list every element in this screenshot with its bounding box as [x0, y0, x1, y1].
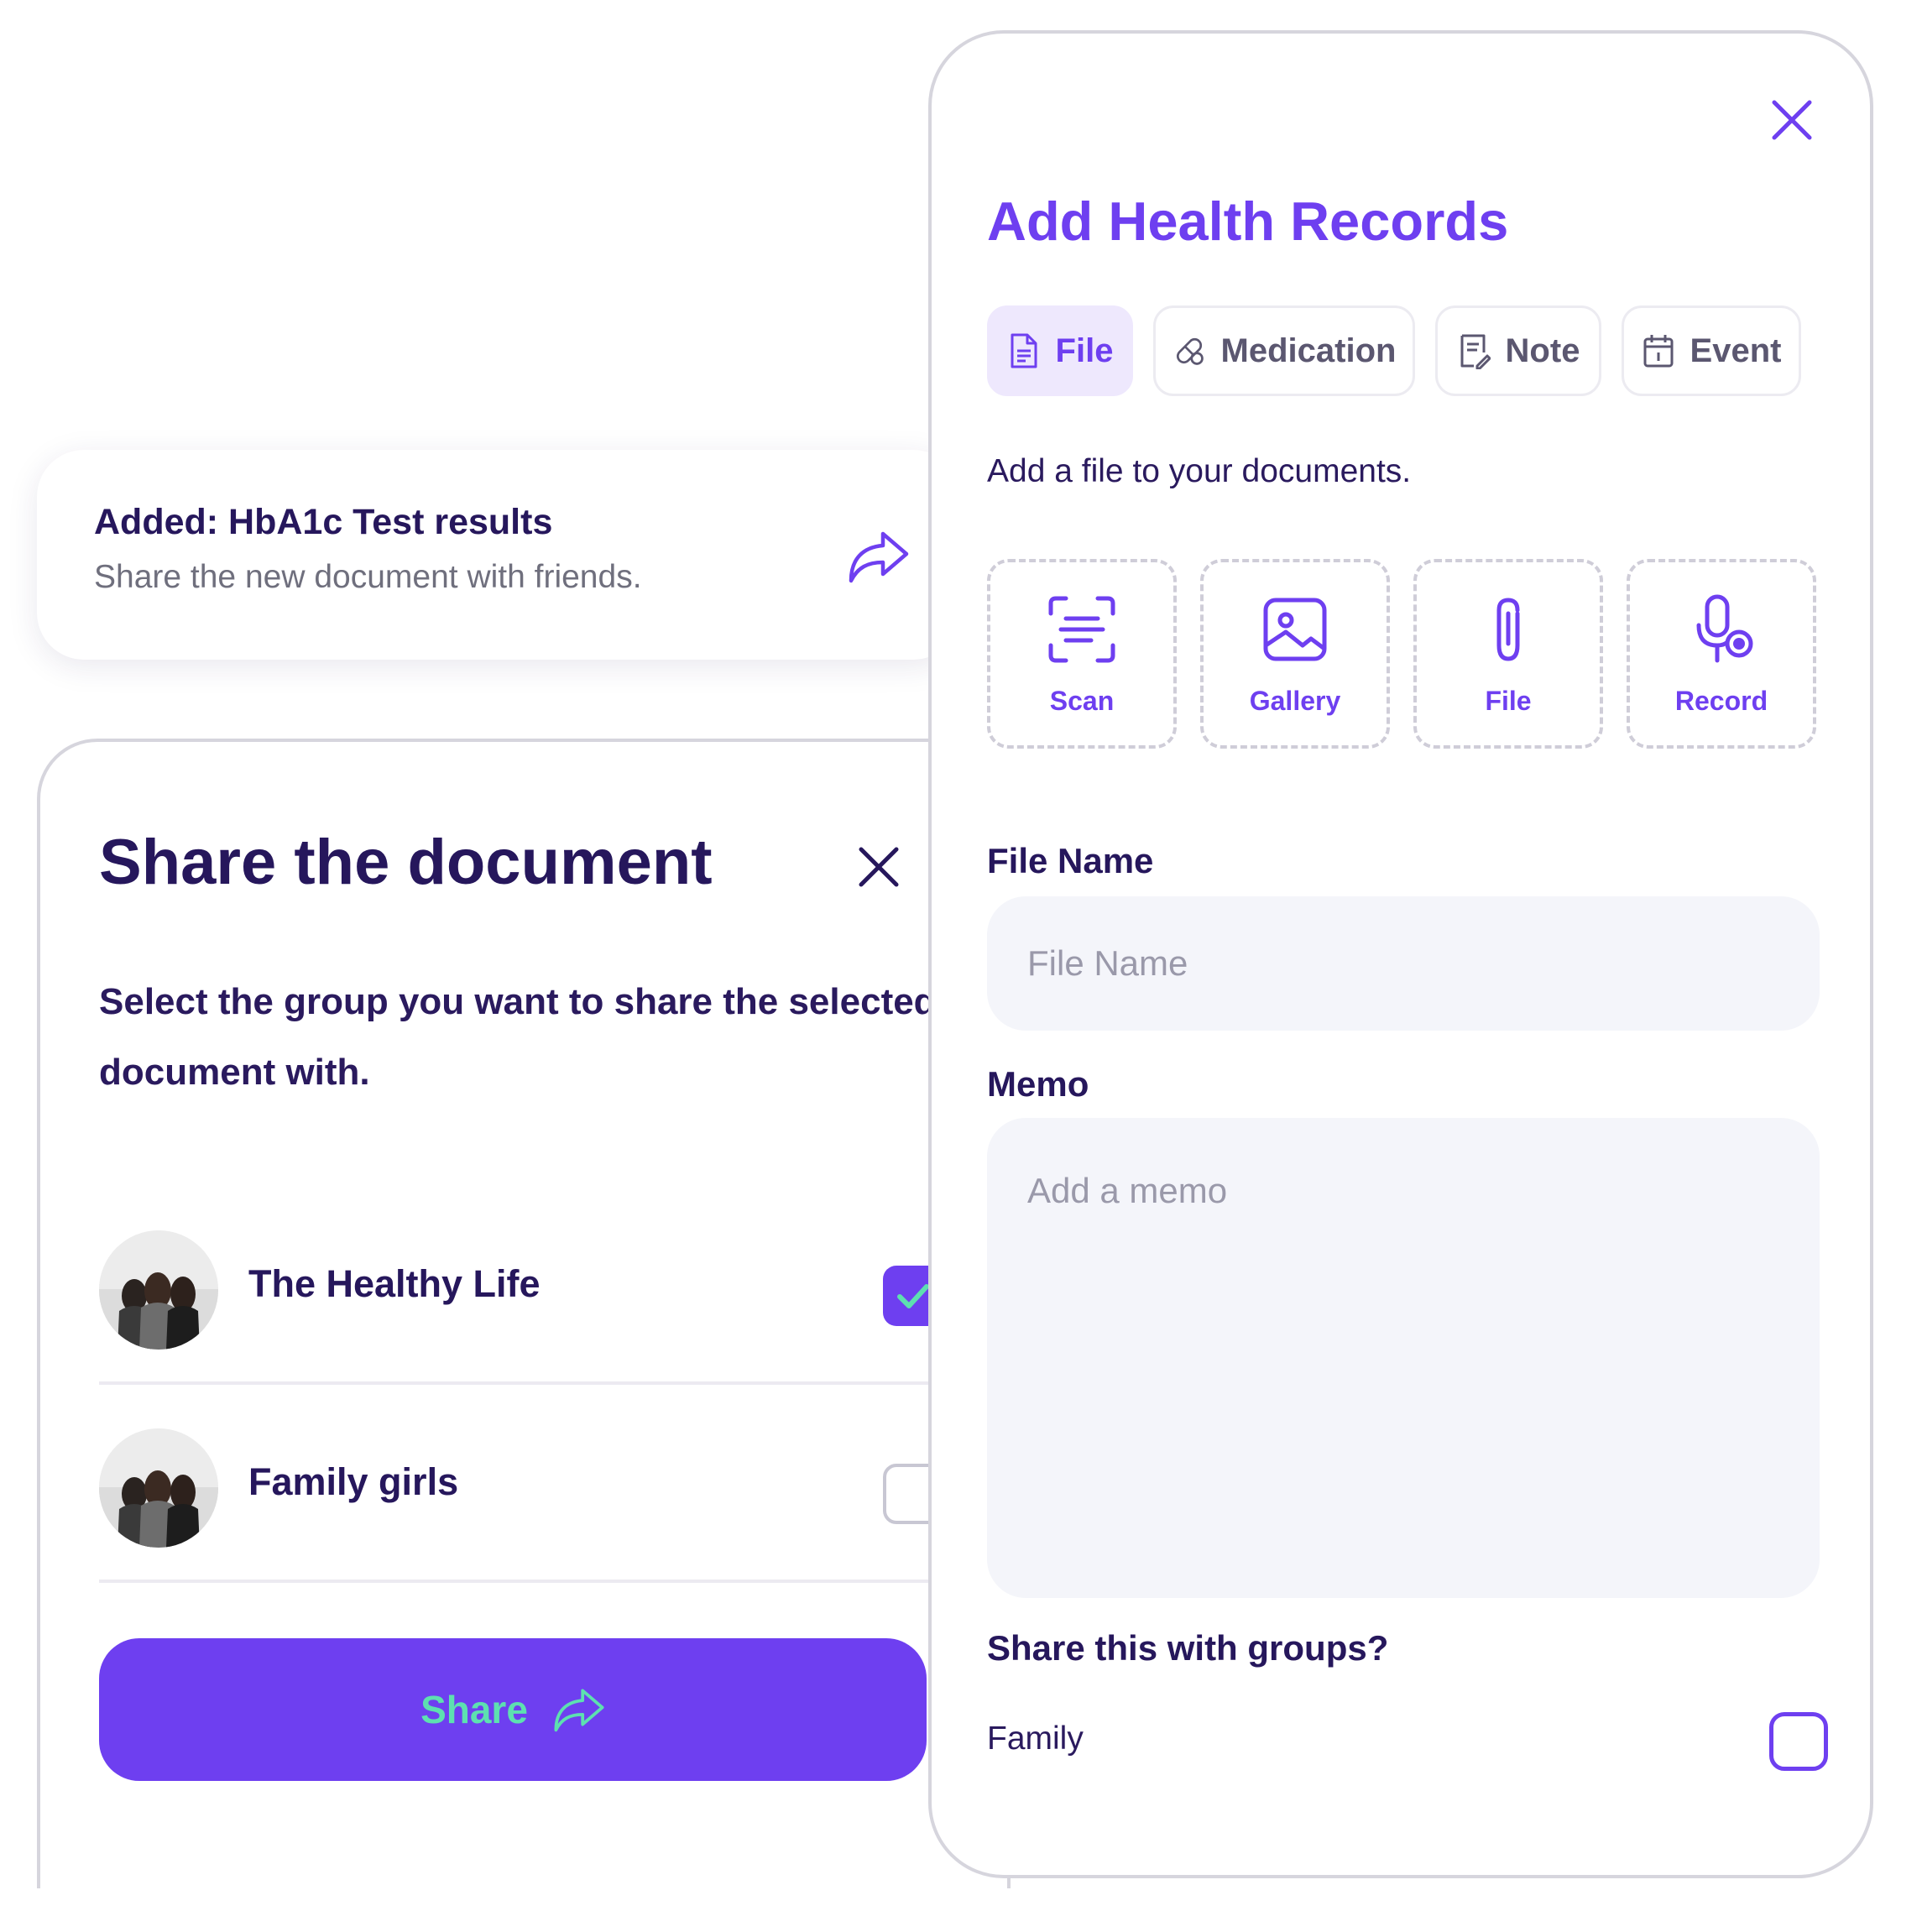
image-icon: [1263, 598, 1327, 661]
share-group-name: Family: [987, 1721, 1084, 1757]
tab-label: Note: [1505, 332, 1580, 369]
notification-title: Added: HbA1c Test results: [94, 502, 553, 542]
upload-record-button[interactable]: Record: [1627, 559, 1816, 749]
memo-label: Memo: [987, 1064, 1089, 1104]
file-name-input[interactable]: [987, 896, 1820, 1031]
tab-note[interactable]: Note: [1435, 305, 1601, 396]
notification-card[interactable]: Added: HbA1c Test results Share the new …: [37, 450, 960, 660]
close-icon[interactable]: [854, 843, 903, 891]
tab-label: Event: [1690, 332, 1782, 369]
document-icon: [1011, 333, 1037, 368]
group-name: Family girls: [248, 1460, 459, 1503]
tab-label: File: [1055, 332, 1114, 369]
notification-subtitle: Share the new document with friends.: [94, 559, 642, 595]
share-dialog-title: Share the document: [99, 827, 713, 898]
note-icon: [1460, 334, 1491, 369]
group-row-the-healthy-life[interactable]: The Healthy Life: [99, 1187, 989, 1385]
share-button-label: Share: [420, 1688, 528, 1731]
memo-input[interactable]: [987, 1118, 1820, 1598]
upload-label: Record: [1674, 685, 1768, 716]
close-icon[interactable]: [1769, 97, 1815, 143]
share-button[interactable]: Share: [99, 1638, 927, 1781]
share-arrow-icon[interactable]: [848, 529, 910, 584]
upload-scan-button[interactable]: Scan: [987, 559, 1177, 749]
share-group-checkbox[interactable]: [1769, 1712, 1828, 1771]
tab-label: Medication: [1220, 332, 1397, 369]
add-health-records-panel: Add Health Records File Medication Note: [928, 30, 1873, 1878]
microphone-icon: [1696, 594, 1753, 662]
tab-file[interactable]: File: [987, 305, 1133, 396]
share-arrow-icon: [554, 1689, 604, 1732]
upload-gallery-button[interactable]: Gallery: [1200, 559, 1390, 749]
group-avatar: [99, 1428, 218, 1548]
upload-label: File: [1485, 685, 1532, 716]
group-avatar: [99, 1230, 218, 1350]
share-dialog: Share the document Select the group you …: [37, 739, 1011, 1888]
upload-file-button[interactable]: File: [1413, 559, 1603, 749]
upload-label: Scan: [1049, 685, 1115, 716]
paperclip-icon: [1496, 597, 1520, 661]
records-hint: Add a file to your documents.: [987, 453, 1412, 489]
share-groups-question: Share this with groups?: [987, 1628, 1389, 1668]
group-row-family-girls[interactable]: Family girls: [99, 1385, 989, 1583]
share-dialog-description: Select the group you want to share the s…: [99, 981, 937, 1093]
pill-icon: [1176, 337, 1204, 365]
upload-label: Gallery: [1249, 685, 1341, 716]
file-name-label: File Name: [987, 841, 1154, 880]
scan-icon: [1048, 596, 1115, 662]
records-title: Add Health Records: [987, 191, 1509, 252]
tab-medication[interactable]: Medication: [1153, 305, 1415, 396]
tab-event[interactable]: Event: [1622, 305, 1801, 396]
calendar-icon: [1643, 335, 1674, 368]
group-name: The Healthy Life: [248, 1262, 541, 1305]
